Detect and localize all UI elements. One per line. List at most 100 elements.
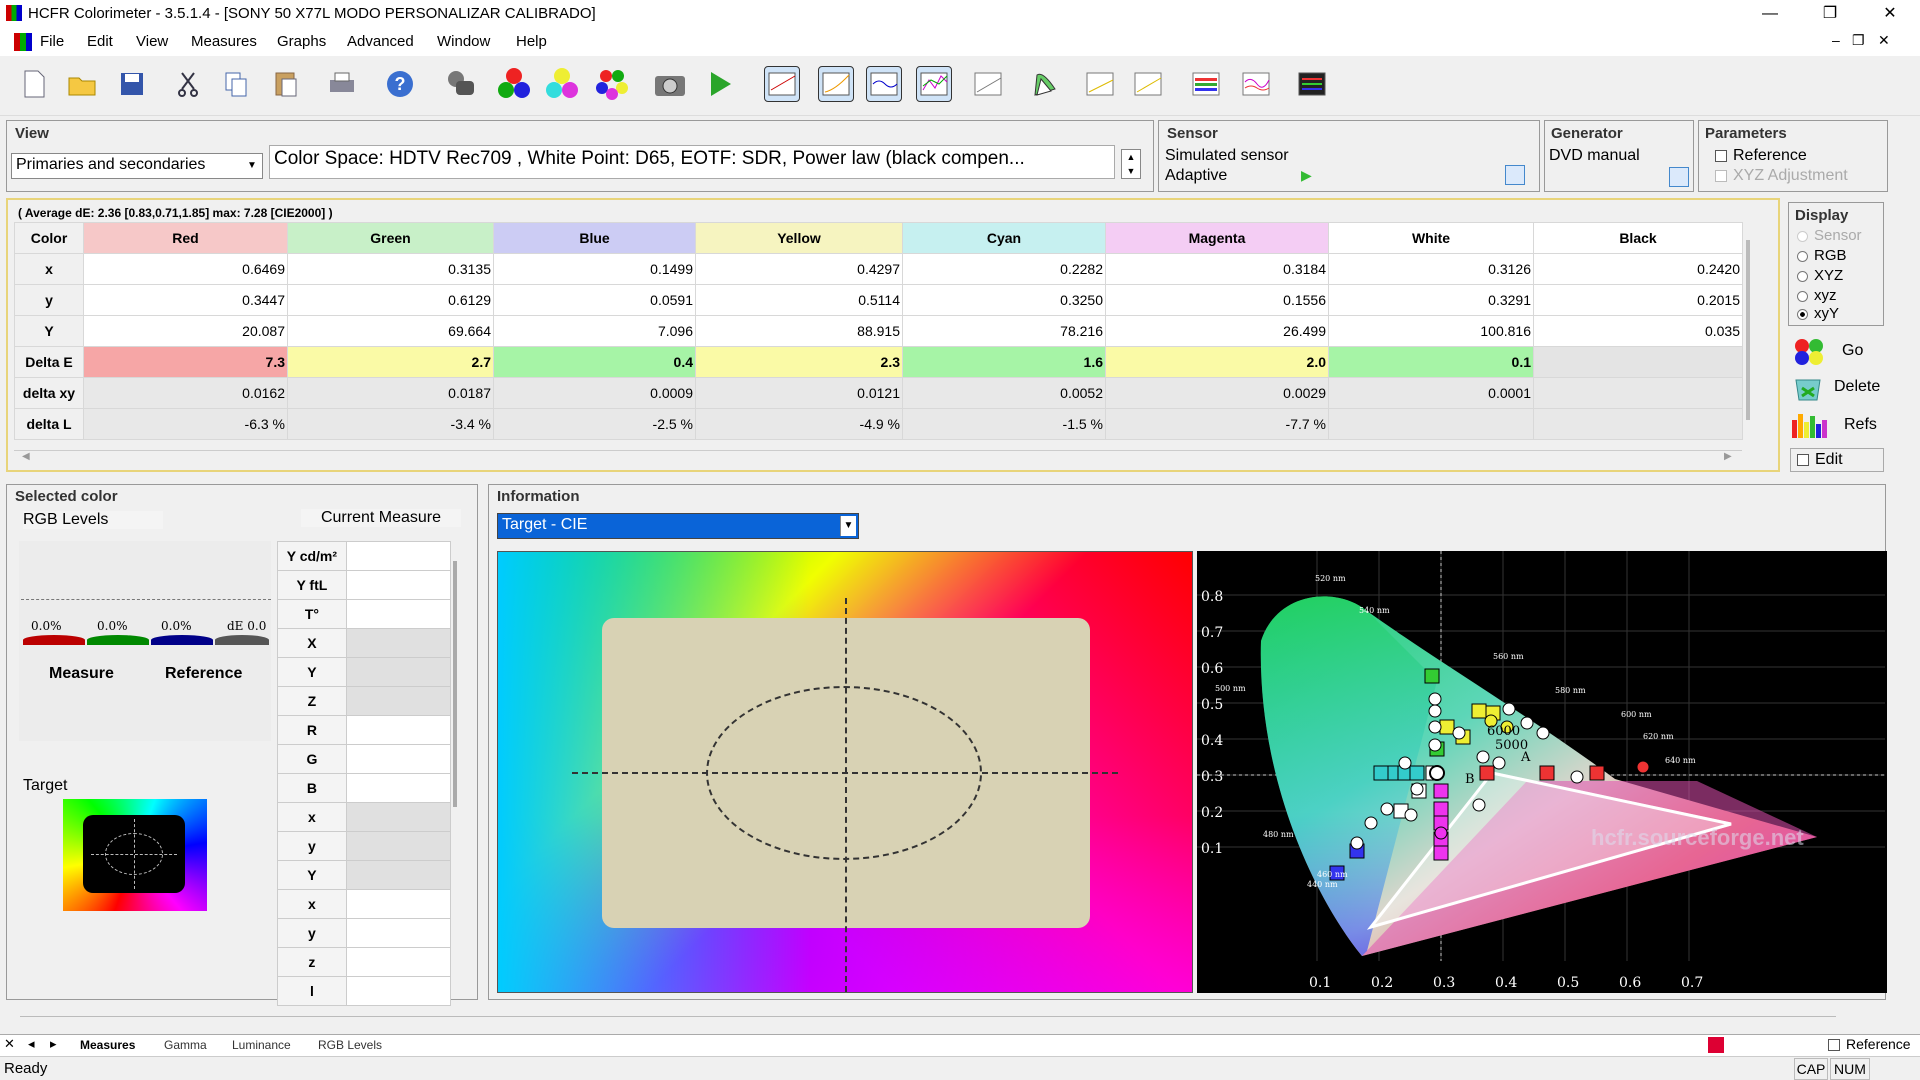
app-menu-icon[interactable] <box>14 33 32 51</box>
information-type-select[interactable]: Target - CIE ▼ <box>497 513 859 539</box>
table-cell: 0.0187 <box>287 377 494 409</box>
y-tick-label: 0.7 <box>1201 625 1223 641</box>
de-level-value: dE 0.0 <box>227 619 267 633</box>
table-row: delta L -6.3 % -3.4 % -2.5 % -4.9 % -1.5 % -7.… <box>14 408 1743 440</box>
print-icon[interactable] <box>324 66 360 102</box>
table-cell: 78.216 <box>902 315 1106 347</box>
colorspace-field: Color Space: HDTV Rec709 , White Point: … <box>269 145 1115 179</box>
help-icon[interactable]: ? <box>382 66 418 102</box>
menu-measures[interactable]: Measures <box>191 33 257 50</box>
play-icon[interactable]: ▶ <box>1301 167 1312 184</box>
table-cell: 100.816 <box>1328 315 1534 347</box>
measure-row-label: y <box>277 831 347 861</box>
graph-4-icon[interactable] <box>916 66 952 102</box>
tab-prev-icon[interactable]: ◂ <box>28 1036 35 1052</box>
graph-10-icon[interactable] <box>1238 66 1274 102</box>
colorspace-spinner[interactable]: ▲ ▼ <box>1121 149 1141 179</box>
tab-measures[interactable]: Measures <box>80 1038 135 1052</box>
all-colors-icon[interactable] <box>594 66 630 102</box>
save-icon[interactable] <box>114 66 150 102</box>
sensor-icon[interactable] <box>442 66 478 102</box>
graph-7-icon[interactable] <box>1082 66 1118 102</box>
xyz-adjustment-checkbox[interactable]: XYZ Adjustment <box>1715 167 1848 185</box>
cie-annotation: 5000 <box>1495 738 1528 753</box>
menu-graphs[interactable]: Graphs <box>277 33 326 50</box>
menu-advanced[interactable]: Advanced <box>347 33 414 50</box>
table-cell: 88.915 <box>695 315 903 347</box>
tab-next-icon[interactable]: ▸ <box>50 1036 57 1052</box>
graph-8-icon[interactable] <box>1130 66 1166 102</box>
caps-indicator: CAP <box>1794 1058 1828 1080</box>
table-cell: 0.1 <box>1328 346 1534 378</box>
vertical-scrollbar[interactable] <box>1746 240 1750 420</box>
measure-scrollbar[interactable] <box>453 561 457 807</box>
menu-file[interactable]: File <box>40 33 64 50</box>
display-option-sensor[interactable]: Sensor <box>1797 227 1862 244</box>
graph-1-icon[interactable] <box>764 66 800 102</box>
current-measure-label: Current Measure <box>301 509 461 527</box>
close-button[interactable]: ✕ <box>1860 0 1920 28</box>
tab-luminance[interactable]: Luminance <box>232 1038 291 1052</box>
column-header-magenta: Magenta <box>1105 222 1329 254</box>
display-option-xyz-lower[interactable]: xyz <box>1797 287 1837 304</box>
measure-point <box>1636 760 1650 774</box>
copy-icon[interactable] <box>218 66 254 102</box>
display-option-xyz-upper[interactable]: XYZ <box>1797 267 1843 284</box>
tab-gamma[interactable]: Gamma <box>164 1038 207 1052</box>
refs-button[interactable]: Refs <box>1790 408 1885 442</box>
secondary-colors-icon[interactable] <box>544 66 580 102</box>
measure-point <box>1472 798 1486 812</box>
graph-5-icon[interactable] <box>970 66 1006 102</box>
table-cell: 0.0121 <box>695 377 903 409</box>
graph-2-icon[interactable] <box>818 66 854 102</box>
open-folder-icon[interactable] <box>64 66 100 102</box>
play-icon[interactable] <box>702 66 738 102</box>
paste-icon[interactable] <box>268 66 304 102</box>
scroll-right-icon[interactable]: ▶ <box>1724 451 1732 462</box>
cie-graph-icon[interactable] <box>1026 66 1062 102</box>
mdi-minimize-button[interactable]: – <box>1832 32 1840 48</box>
measure-row-value <box>345 570 452 600</box>
status-text: Ready <box>4 1060 48 1077</box>
table-cell: -1.5 % <box>902 408 1106 440</box>
measure-square <box>1433 801 1449 817</box>
mdi-horizontal-scrollbar[interactable] <box>20 1016 1836 1024</box>
menu-view[interactable]: View <box>136 33 168 50</box>
primary-colors-icon[interactable] <box>496 66 532 102</box>
y-tick-label: 0.1 <box>1201 841 1223 857</box>
measure-row: z <box>277 947 452 977</box>
measure-row-label: Y ftL <box>277 570 347 600</box>
new-file-icon[interactable] <box>16 66 52 102</box>
tab-close-icon[interactable]: ✕ <box>4 1036 15 1052</box>
menu-window[interactable]: Window <box>437 33 490 50</box>
menu-edit[interactable]: Edit <box>87 33 113 50</box>
view-mode-select[interactable]: Primaries and secondaries ▼ <box>11 153 263 179</box>
display-option-rgb[interactable]: RGB <box>1797 247 1847 264</box>
minimize-button[interactable]: — <box>1740 0 1800 28</box>
graph-3-icon[interactable] <box>866 66 902 102</box>
graph-11-icon[interactable] <box>1294 66 1330 102</box>
target-horizontal-axis <box>572 772 1118 774</box>
sensor-config-icon[interactable] <box>1505 165 1525 185</box>
reference-checkbox[interactable]: Reference <box>1715 147 1807 165</box>
green-level-value: 0.0% <box>97 619 128 633</box>
display-option-xyy[interactable]: xyY <box>1797 305 1839 322</box>
graph-9-icon[interactable] <box>1188 66 1224 102</box>
mdi-close-button[interactable]: ✕ <box>1878 32 1890 49</box>
mdi-restore-button[interactable]: ❐ <box>1852 32 1865 49</box>
status-reference-checkbox[interactable]: Reference <box>1828 1036 1911 1052</box>
tab-rgb-levels[interactable]: RGB Levels <box>318 1038 382 1052</box>
scroll-left-icon[interactable]: ◀ <box>22 451 30 462</box>
go-button[interactable]: Go <box>1790 334 1885 368</box>
measure-row-label: x <box>277 802 347 832</box>
camera-icon[interactable] <box>652 66 688 102</box>
cut-icon[interactable] <box>170 66 206 102</box>
wavelength-label: 560 nm <box>1493 652 1524 661</box>
delete-button[interactable]: Delete <box>1790 370 1885 404</box>
menu-help[interactable]: Help <box>516 33 547 50</box>
sensor-status-icon <box>1708 1037 1724 1053</box>
generator-config-icon[interactable] <box>1669 167 1689 187</box>
edit-checkbox[interactable]: Edit <box>1790 448 1884 472</box>
horizontal-scrollbar[interactable]: ◀ ▶ <box>14 450 1742 466</box>
restore-button[interactable]: ❐ <box>1800 0 1860 28</box>
